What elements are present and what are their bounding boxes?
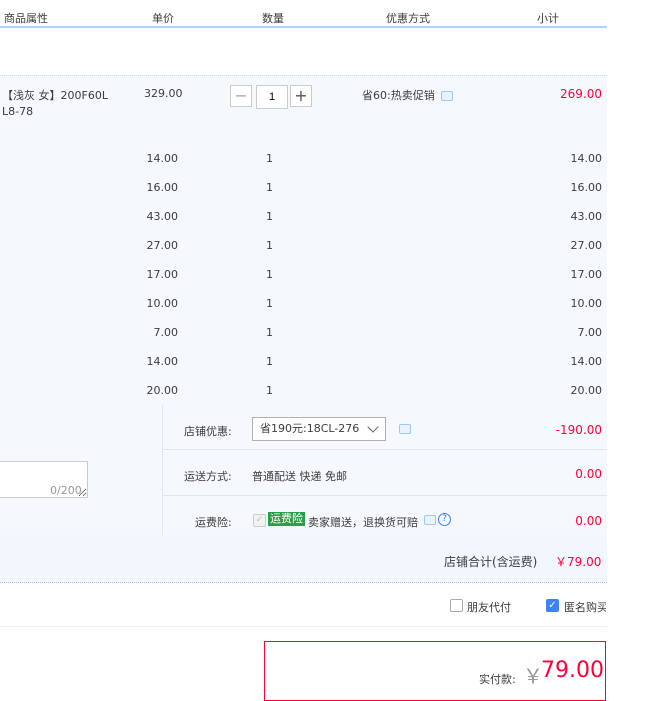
- row-qty: 1: [266, 297, 273, 310]
- row-qty: 1: [266, 268, 273, 281]
- row-price: 43.00: [146, 210, 179, 223]
- shipping-amount: 0.00: [575, 467, 602, 481]
- col-header-attr: 商品属性: [4, 12, 48, 25]
- divider: [0, 626, 607, 627]
- table-header: 商品属性 单价 数量 优惠方式 小计: [0, 0, 607, 28]
- anonymous-label[interactable]: 匿名购买: [564, 599, 606, 615]
- row-price: 14.00: [146, 152, 179, 165]
- shop-total-label: 店铺合计(含运费): [444, 555, 538, 569]
- insurance-checkbox: ✓: [253, 514, 266, 527]
- item-subtotal: 269.00: [560, 87, 602, 101]
- item-attr-line1: 【浅灰 女】200F60L: [2, 89, 108, 102]
- shipping-label: 运送方式:: [184, 470, 232, 483]
- row-subtotal: 14.00: [570, 355, 603, 368]
- promo-chat-icon[interactable]: [441, 91, 453, 101]
- col-header-promo: 优惠方式: [386, 12, 430, 25]
- row-qty: 1: [266, 210, 273, 223]
- shop-total-row: 店铺合计(含运费) ￥79.00: [0, 535, 607, 583]
- row-qty: 1: [266, 239, 273, 252]
- row-qty: 1: [266, 152, 273, 165]
- row-subtotal: 27.00: [570, 239, 603, 252]
- divider: [162, 405, 163, 535]
- friend-pay-label[interactable]: 朋友代付: [467, 599, 511, 615]
- divider: [162, 449, 607, 450]
- item-price: 329.00: [144, 87, 183, 100]
- row-price: 7.00: [153, 326, 179, 339]
- insurance-amount: 0.00: [575, 514, 602, 528]
- payment-currency: ￥: [523, 664, 543, 688]
- col-header-subtotal: 小计: [537, 12, 559, 25]
- row-price: 10.00: [146, 297, 179, 310]
- chevron-down-icon: [367, 421, 379, 433]
- row-qty: 1: [266, 181, 273, 194]
- insurance-label: 运费险:: [195, 516, 232, 529]
- items-panel: [0, 75, 607, 406]
- payment-box: 实付款: ￥ 79.00: [264, 641, 606, 701]
- shop-discount-value: 省190元:18CL-276: [260, 422, 360, 435]
- friend-pay-checkbox[interactable]: [450, 599, 463, 612]
- item-promo: 省60:热卖促销: [362, 89, 435, 102]
- col-header-price: 单价: [152, 12, 174, 25]
- qty-input[interactable]: [256, 85, 288, 109]
- row-subtotal: 7.00: [577, 326, 603, 339]
- message-char-count: 0/200: [50, 484, 82, 497]
- row-qty: 1: [266, 326, 273, 339]
- col-header-qty: 数量: [262, 12, 284, 25]
- shop-discount-label: 店铺优惠:: [184, 425, 232, 438]
- insurance-chat-icon[interactable]: [424, 515, 436, 525]
- row-price: 20.00: [146, 384, 179, 397]
- row-subtotal: 17.00: [570, 268, 603, 281]
- help-icon[interactable]: ?: [438, 513, 451, 526]
- row-qty: 1: [266, 384, 273, 397]
- insurance-text: 卖家赠送，退换货可赔: [308, 516, 418, 529]
- shop-discount-select[interactable]: 省190元:18CL-276: [252, 417, 386, 441]
- payment-label: 实付款:: [479, 673, 516, 686]
- divider: [162, 495, 607, 496]
- insurance-tag: 运费险: [268, 512, 305, 526]
- row-qty: 1: [266, 355, 273, 368]
- row-subtotal: 16.00: [570, 181, 603, 194]
- row-price: 27.00: [146, 239, 179, 252]
- row-price: 17.00: [146, 268, 179, 281]
- row-price: 14.00: [146, 355, 179, 368]
- shop-total-value: ￥79.00: [555, 555, 602, 569]
- anonymous-checkbox[interactable]: ✓: [546, 599, 559, 612]
- payment-amount: 79.00: [541, 658, 604, 683]
- row-subtotal: 10.00: [570, 297, 603, 310]
- row-subtotal: 14.00: [570, 152, 603, 165]
- discount-chat-icon[interactable]: [399, 424, 411, 434]
- row-subtotal: 43.00: [570, 210, 603, 223]
- item-attr-line2: L8-78: [2, 105, 34, 118]
- qty-minus-button[interactable]: −: [230, 85, 252, 107]
- shipping-value: 普通配送 快递 免邮: [252, 470, 347, 483]
- qty-plus-button[interactable]: +: [290, 85, 312, 107]
- shop-discount-amount: -190.00: [555, 423, 602, 437]
- row-subtotal: 20.00: [570, 384, 603, 397]
- row-price: 16.00: [146, 181, 179, 194]
